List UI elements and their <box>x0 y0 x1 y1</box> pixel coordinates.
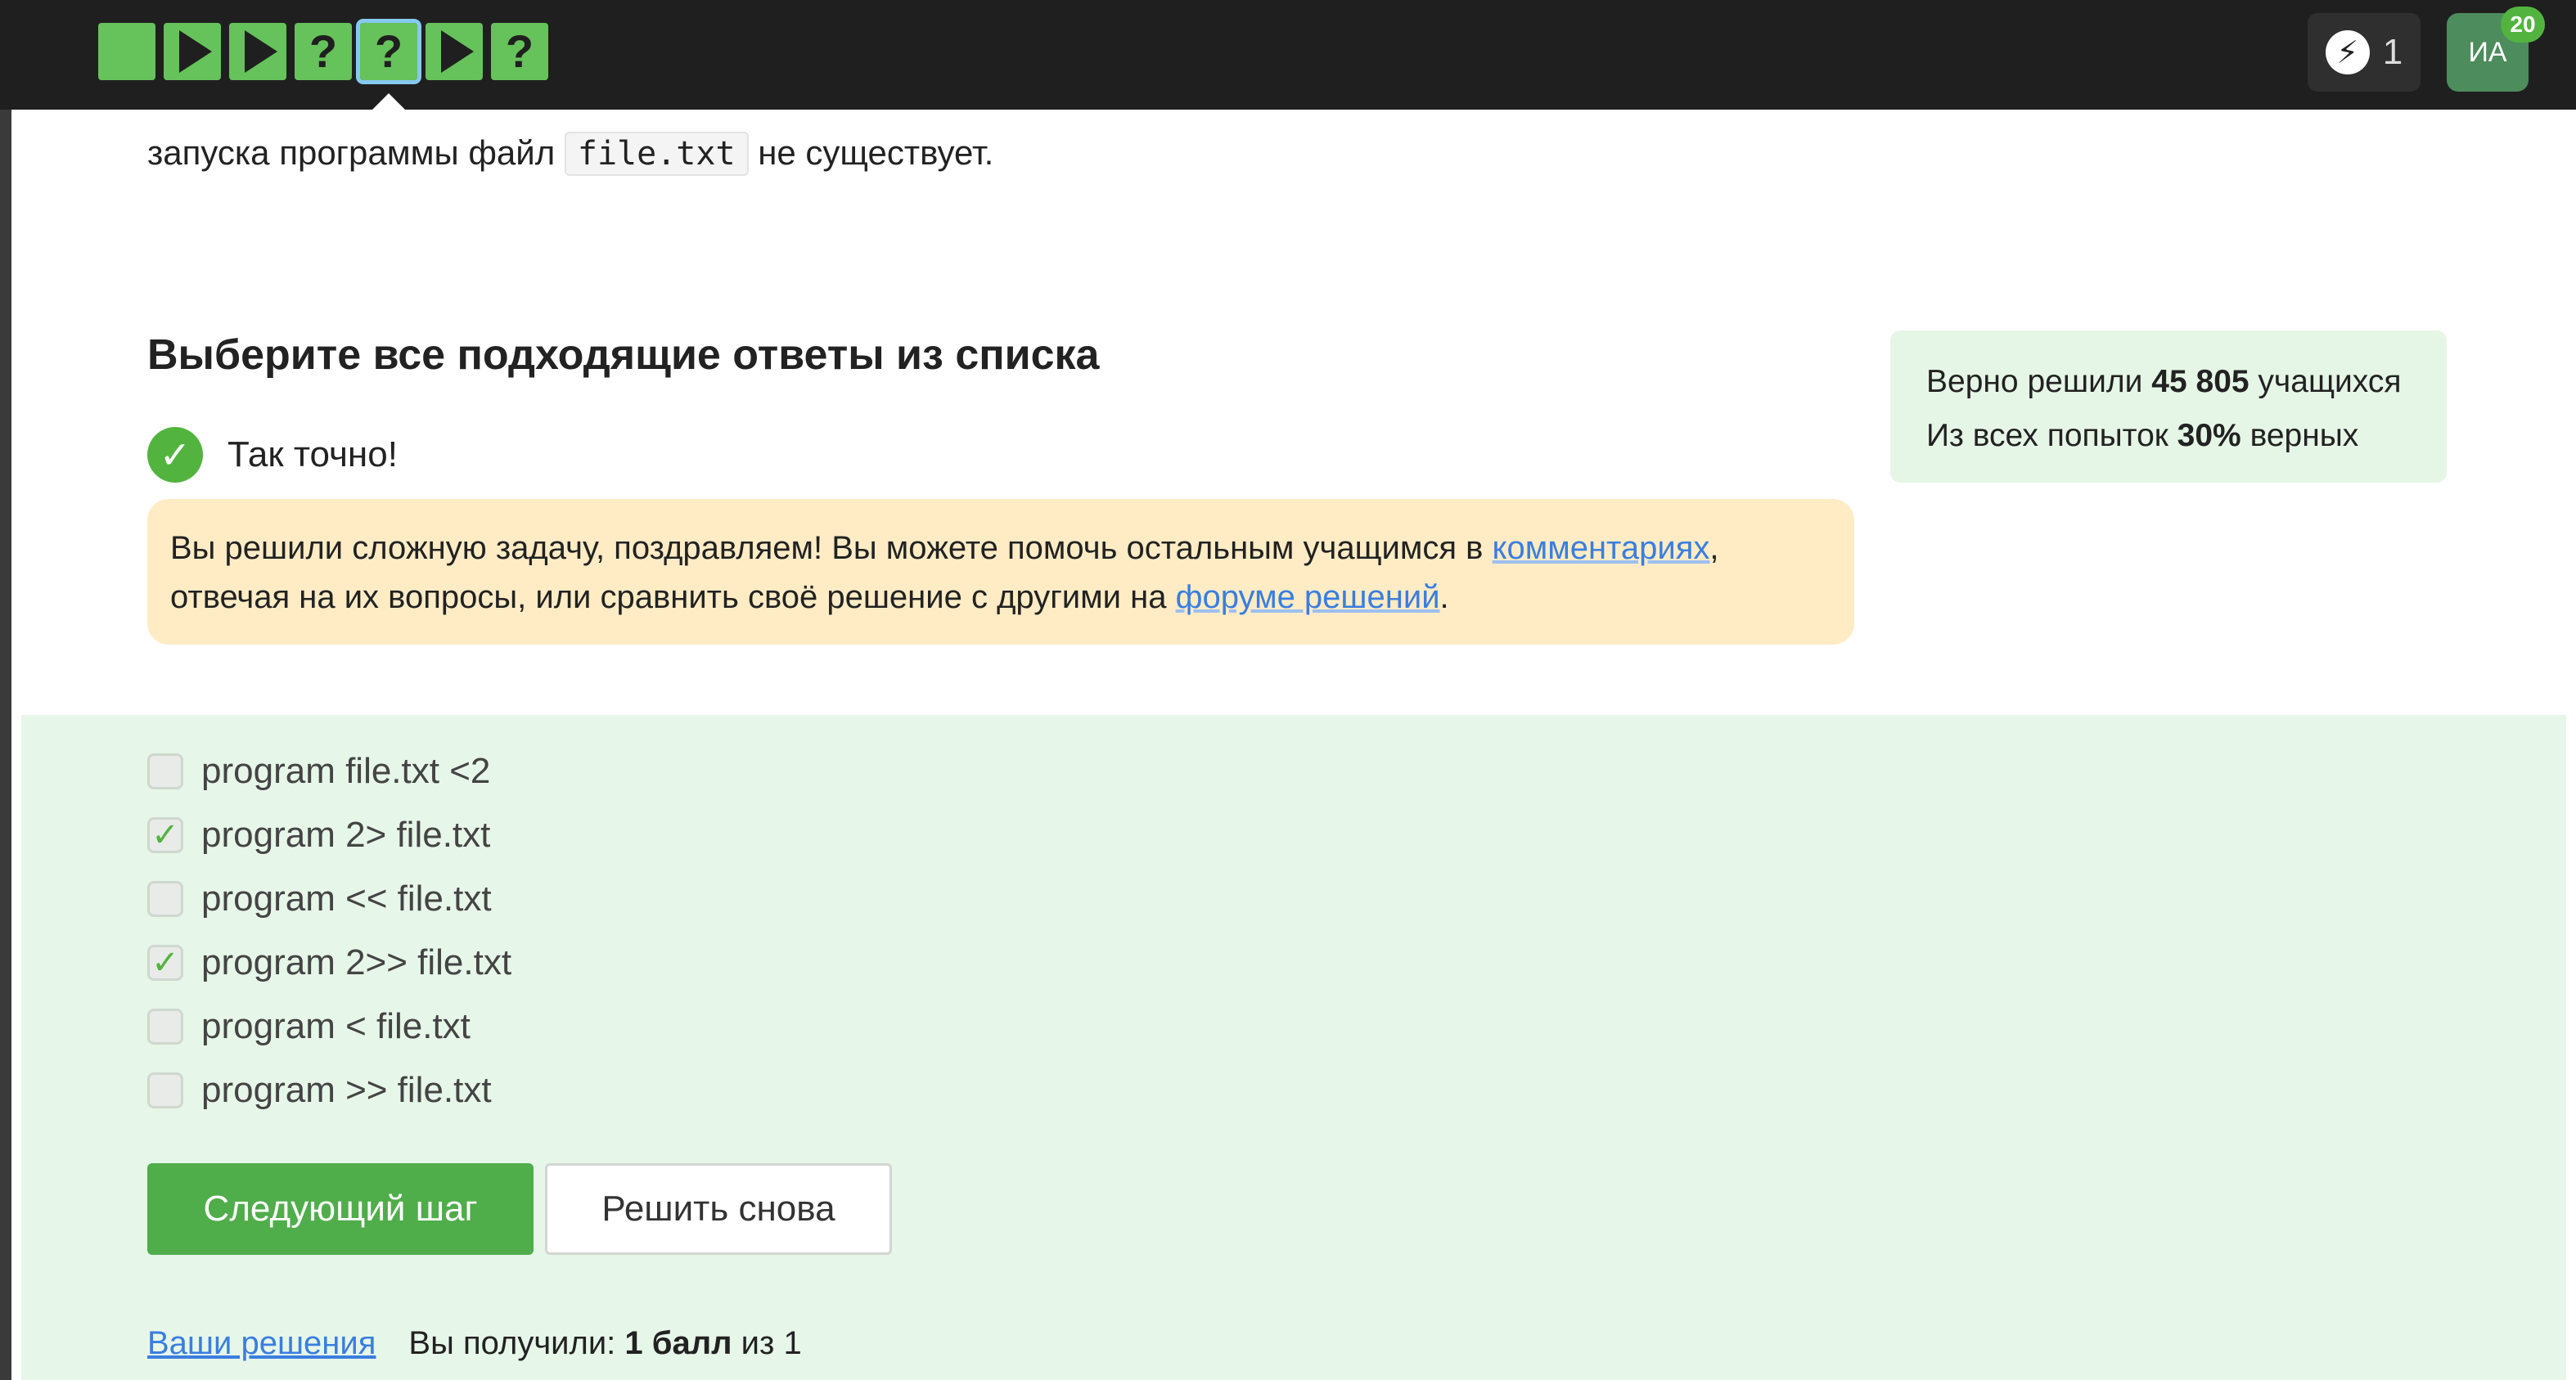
answer-label: program << file.txt <box>201 879 492 919</box>
step-video-2[interactable] <box>164 23 221 80</box>
answer-label: program file.txt <2 <box>201 751 491 791</box>
checkbox[interactable] <box>147 753 183 789</box>
intro-text-before: запуска программы файл <box>147 133 556 172</box>
question-title: Выберите все подходящие ответы из списка <box>147 331 1100 379</box>
notice-text-1: Вы решили сложную задачу, поздравляем! В… <box>170 530 1493 566</box>
step-text-1[interactable] <box>98 23 155 80</box>
stats-solved-count: 45 805 <box>2151 364 2249 399</box>
stats-attempts-prefix: Из всех попыток <box>1926 418 2177 453</box>
success-text: Так точно! <box>227 434 398 474</box>
checkmark-icon: ✓ <box>151 945 179 981</box>
answer-option[interactable]: program << file.txt <box>147 879 492 919</box>
checkbox-checked[interactable]: ✓ <box>147 817 183 853</box>
notification-badge: 20 <box>2501 7 2545 43</box>
check-circle-icon: ✓ <box>147 427 203 483</box>
left-scroll-edge <box>0 110 11 1380</box>
intro-text: запуска программы файл file.txt не сущес… <box>147 124 993 182</box>
energy-count: 1 <box>2382 32 2403 72</box>
score-suffix: из 1 <box>732 1325 802 1361</box>
statistics-panel: Верно решили 45 805 учащихся Из всех поп… <box>1890 330 2447 483</box>
stats-attempts-suffix: верных <box>2240 418 2359 453</box>
stats-correct-percent: 30% <box>2177 418 2241 453</box>
current-step-pointer <box>371 93 407 111</box>
score-text: Вы получили: 1 балл из 1 <box>408 1325 801 1362</box>
play-icon <box>245 30 277 73</box>
success-message: ✓ Так точно! <box>147 427 398 483</box>
answer-option[interactable]: program < file.txt <box>147 1006 471 1047</box>
inline-code: file.txt <box>564 132 749 176</box>
score-prefix: Вы получили: <box>408 1325 625 1361</box>
checkbox-checked[interactable]: ✓ <box>147 945 183 981</box>
avatar-initials: ИА <box>2468 36 2507 68</box>
question-icon: ? <box>505 25 534 77</box>
answer-label: program < file.txt <box>201 1006 471 1046</box>
step-video-3[interactable] <box>229 23 286 80</box>
step-quiz-5-current[interactable]: ? <box>356 19 421 84</box>
answer-label: program >> file.txt <box>201 1070 492 1110</box>
comments-link[interactable]: комментариях <box>1493 530 1710 566</box>
step-quiz-7[interactable]: ? <box>491 23 548 80</box>
checkbox[interactable] <box>147 881 183 917</box>
checkbox[interactable] <box>147 1009 183 1045</box>
submission-footer: Ваши решения Вы получили: 1 балл из 1 <box>147 1325 802 1362</box>
intro-text-after: не существует. <box>758 133 994 172</box>
solutions-forum-link[interactable]: форуме решений <box>1176 579 1440 615</box>
checkbox[interactable] <box>147 1072 183 1108</box>
question-icon: ? <box>374 25 403 77</box>
solve-again-button[interactable]: Решить снова <box>545 1163 892 1255</box>
next-step-button[interactable]: Следующий шаг <box>147 1163 534 1255</box>
answer-label: program 2> file.txt <box>201 815 491 855</box>
answer-option[interactable]: program >> file.txt <box>147 1070 492 1111</box>
answer-option[interactable]: program file.txt <2 <box>147 751 490 792</box>
play-icon <box>441 30 474 73</box>
notice-text-3: . <box>1439 579 1449 615</box>
stats-solved-prefix: Верно решили <box>1926 364 2152 399</box>
answer-label: program 2>> file.txt <box>201 942 512 982</box>
lightning-icon: ⚡ <box>2325 30 2370 74</box>
stats-solved-suffix: учащихся <box>2249 364 2402 399</box>
lesson-steps: ? ? ? <box>98 19 548 84</box>
energy-counter[interactable]: ⚡ 1 <box>2308 13 2421 92</box>
step-quiz-4[interactable]: ? <box>295 23 352 80</box>
congrats-notice: Вы решили сложную задачу, поздравляем! В… <box>147 499 1854 645</box>
answer-option[interactable]: ✓ program 2> file.txt <box>147 815 490 856</box>
your-solutions-link[interactable]: Ваши решения <box>147 1325 376 1362</box>
score-value: 1 балл <box>624 1325 732 1361</box>
play-icon <box>179 30 212 73</box>
stats-attempts-line: Из всех попыток 30% верных <box>1926 409 2411 463</box>
answer-option[interactable]: ✓ program 2>> file.txt <box>147 942 511 983</box>
question-icon: ? <box>308 25 338 77</box>
checkmark-icon: ✓ <box>151 817 179 853</box>
stats-solved-line: Верно решили 45 805 учащихся <box>1926 355 2411 409</box>
step-video-6[interactable] <box>426 23 483 80</box>
